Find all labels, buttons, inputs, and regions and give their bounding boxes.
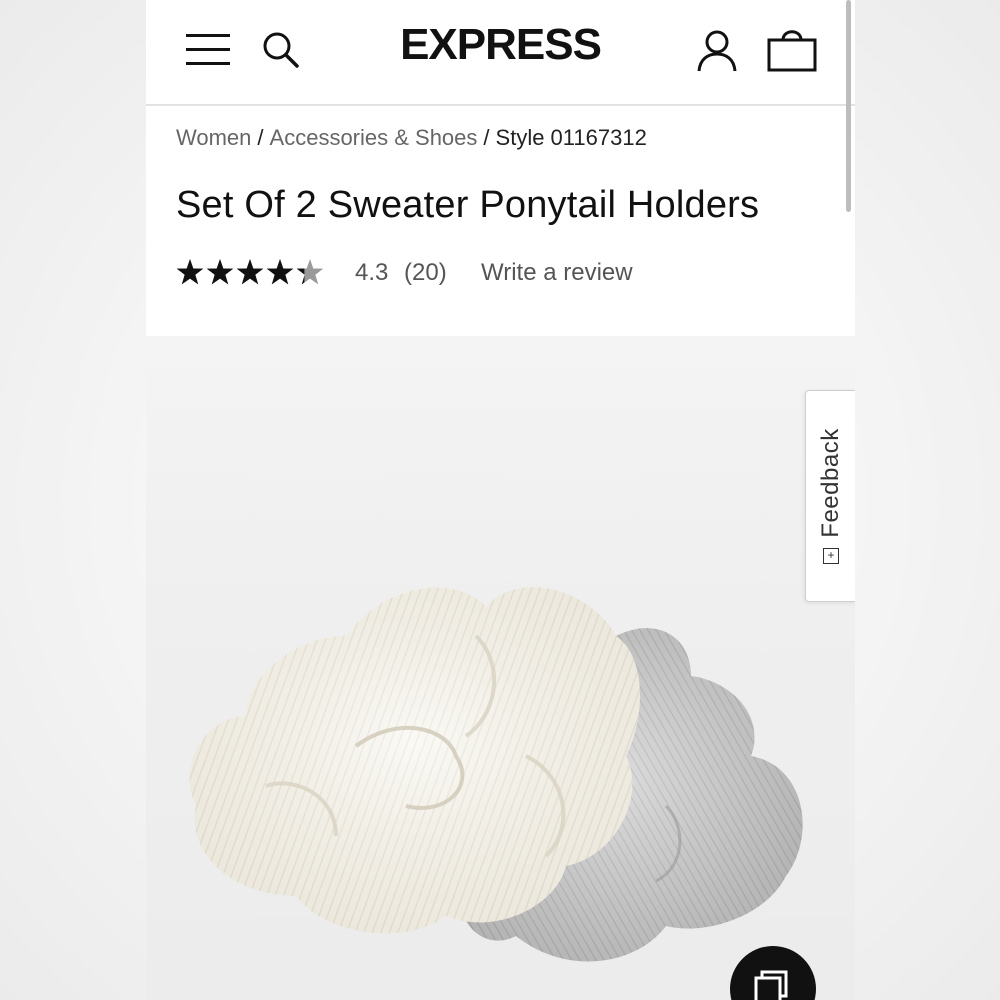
breadcrumb-separator: /: [483, 125, 490, 150]
feedback-tab-content: + Feedback: [816, 401, 846, 591]
review-count[interactable]: (20): [404, 259, 447, 287]
gallery-icon: [754, 970, 788, 1000]
breadcrumb-separator: /: [257, 125, 264, 150]
star-icon: [236, 259, 264, 285]
site-header: EXPRESS: [146, 0, 855, 106]
breadcrumb-style-number: Style 01167312: [495, 125, 647, 150]
star-rating[interactable]: [176, 256, 326, 288]
plus-box-icon: +: [823, 547, 839, 564]
product-image[interactable]: [146, 336, 855, 1000]
shopping-bag-icon[interactable]: [766, 27, 818, 73]
feedback-tab[interactable]: + Feedback: [805, 390, 855, 602]
star-icon: [296, 259, 324, 285]
breadcrumb-accessories-shoes[interactable]: Accessories & Shoes: [270, 125, 478, 150]
breadcrumb-women[interactable]: Women: [176, 125, 251, 150]
express-logo[interactable]: EXPRESS: [146, 20, 855, 70]
star-icon: [176, 259, 204, 285]
feedback-label: Feedback: [817, 428, 844, 538]
account-icon[interactable]: [696, 29, 738, 73]
rating-value: 4.3: [355, 259, 389, 286]
product-title: Set Of 2 Sweater Ponytail Holders: [176, 184, 760, 226]
product-page: EXPRESS Women / Accessories & Shoes / Style …: [146, 0, 855, 1000]
star-icon: [206, 259, 234, 285]
breadcrumb: Women / Accessories & Shoes / Style 01167312: [176, 125, 647, 151]
write-review-link[interactable]: Write a review: [481, 259, 633, 287]
scrollbar[interactable]: [846, 0, 851, 212]
star-icon: [266, 259, 294, 285]
